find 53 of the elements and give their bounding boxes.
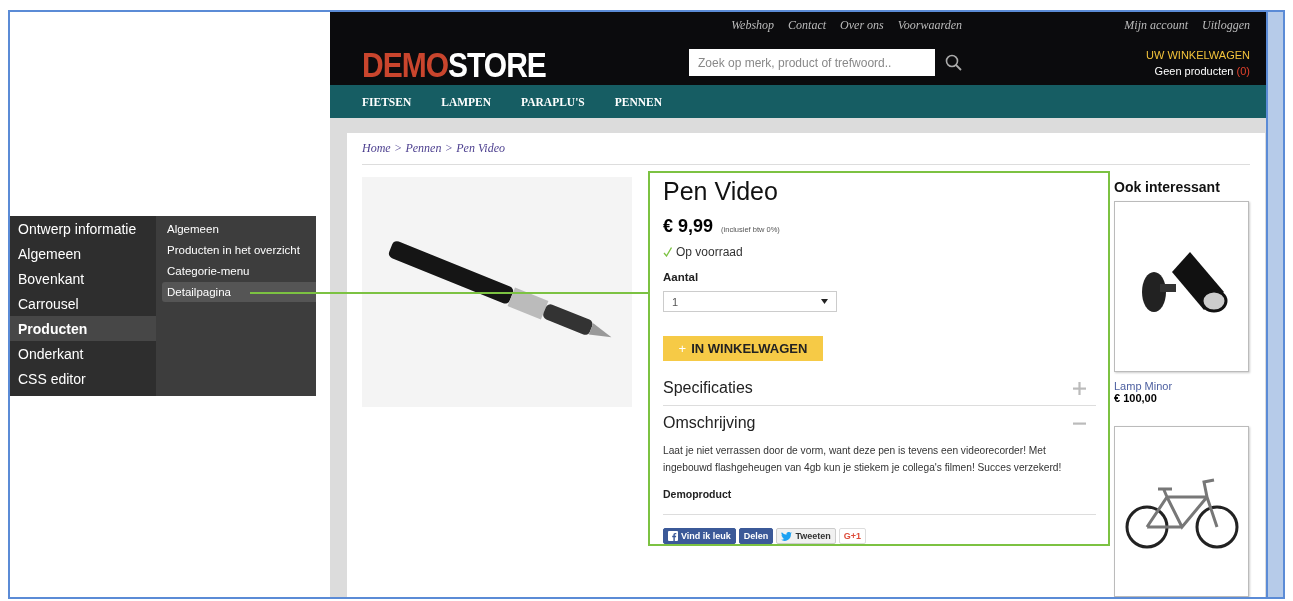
nav-link[interactable]: LAMPEN: [441, 95, 492, 108]
search-icon[interactable]: [945, 54, 962, 71]
social-button[interactable]: Vind ik leuk: [663, 528, 736, 544]
submenu-item[interactable]: Producten in het overzicht: [162, 240, 316, 260]
breadcrumb-separator: >: [394, 141, 402, 156]
nav-link[interactable]: PENNEN: [614, 95, 663, 108]
search-field[interactable]: Zoek op merk, product of trefwoord..: [689, 49, 935, 76]
product-title: Pen Video: [663, 177, 779, 206]
dropdown-caret-icon: [821, 299, 828, 305]
menu-item[interactable]: Ontwerp informatie: [10, 216, 156, 241]
account-link[interactable]: Uitloggen: [1202, 18, 1250, 33]
top-link[interactable]: Contact: [788, 18, 827, 33]
product-card[interactable]: [1114, 201, 1249, 372]
menu-item[interactable]: Onderkant: [10, 341, 156, 366]
facebook-icon: [668, 531, 678, 541]
breadcrumb-link[interactable]: Home: [362, 141, 391, 156]
store-logo[interactable]: DEMOSTORE: [362, 45, 546, 85]
product-description: Laat je niet verrassen door de vorm, want deze pen is tevens een videorecorder! Met ingebouwd flashgeheugen van 4gb kun je stiekem je collega's filmen! Succes verzekerd!: [663, 444, 1063, 475]
product-price: € 9,99: [663, 216, 714, 237]
product-card-price: € 100,00: [1114, 392, 1158, 404]
breadcrumb-link[interactable]: Pen Video: [456, 141, 505, 156]
stock-status: Op voorraad: [676, 245, 743, 259]
nav-link[interactable]: FIETSEN: [362, 95, 412, 108]
menu-item[interactable]: Bovenkant: [10, 266, 156, 291]
section-toggle[interactable]: Omschrijving: [663, 414, 756, 432]
related-heading: Ook interessant: [1114, 179, 1221, 195]
top-link[interactable]: Voorwaarden: [897, 18, 962, 33]
quantity-label: Aantal: [663, 271, 700, 283]
menu-item[interactable]: Producten: [10, 316, 156, 341]
cart-status: Geen producten (0): [1154, 65, 1250, 77]
top-link[interactable]: Webshop: [731, 18, 775, 33]
social-button[interactable]: Tweeten: [776, 528, 836, 544]
product-link[interactable]: Lamp Minor: [1114, 380, 1249, 392]
quantity-select[interactable]: 1: [663, 291, 837, 313]
breadcrumb-link[interactable]: Pennen: [405, 141, 442, 156]
nav-link[interactable]: PARAPLU'S: [521, 95, 585, 108]
menu-item[interactable]: Carrousel: [10, 291, 156, 316]
bird-icon: [781, 531, 793, 541]
add-to-cart-button[interactable]: + IN WINKELWAGEN: [663, 336, 823, 361]
breadcrumb-separator: >: [445, 141, 453, 156]
product-card[interactable]: [1114, 426, 1249, 597]
section-toggle[interactable]: Specificaties: [663, 379, 753, 397]
description-note: Demoproduct: [663, 488, 733, 500]
top-link[interactable]: Over ons: [840, 18, 884, 33]
social-button[interactable]: Delen: [738, 528, 774, 544]
account-link[interactable]: Mijn account: [1124, 18, 1188, 33]
cart-link[interactable]: UW WINKELWAGEN: [1146, 49, 1250, 61]
submenu-item[interactable]: Detailpagina: [162, 282, 316, 302]
submenu-item[interactable]: Algemeen: [162, 219, 316, 239]
submenu-item[interactable]: Categorie-menu: [162, 261, 316, 281]
social-button[interactable]: G+1: [838, 528, 866, 544]
menu-item[interactable]: CSS editor: [10, 366, 156, 391]
menu-item[interactable]: Algemeen: [10, 241, 156, 266]
